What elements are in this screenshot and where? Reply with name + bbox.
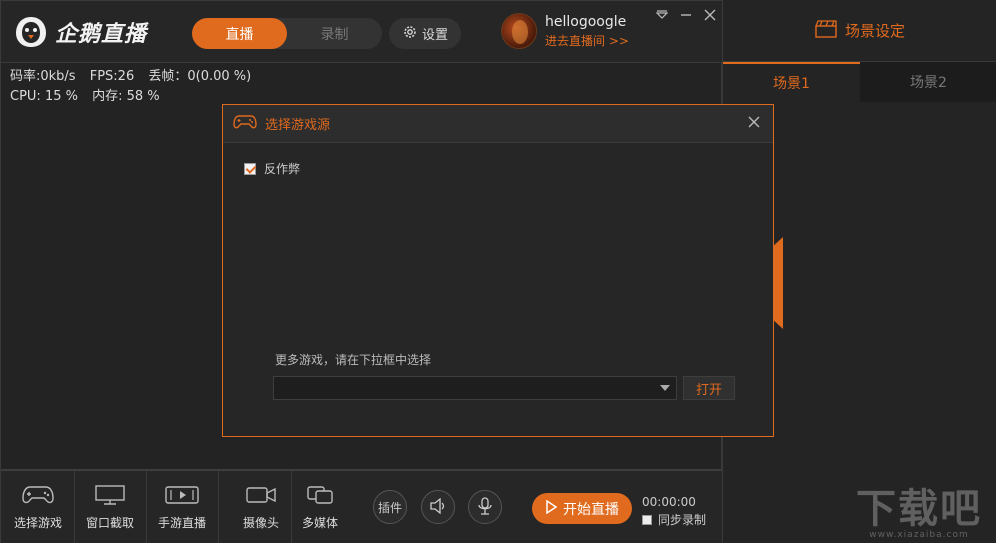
camera-label: 摄像头 xyxy=(242,515,279,530)
penguin-logo-icon xyxy=(13,15,49,49)
play-icon xyxy=(545,499,558,518)
sync-record-label: 同步录制 xyxy=(658,513,707,527)
mode-switch: 直播 录制 xyxy=(192,18,382,49)
go-live-room-link[interactable]: 进去直播间 >> xyxy=(545,32,629,49)
close-icon[interactable] xyxy=(701,7,719,23)
username: hellogoogle xyxy=(545,13,627,30)
app-logo: 企鹅直播 xyxy=(13,15,147,49)
top-bar: 企鹅直播 直播 录制 设置 hellogoogle 进去直播间 >> xyxy=(1,1,723,63)
avatar[interactable] xyxy=(501,13,537,49)
microphone-button[interactable] xyxy=(468,490,502,524)
speaker-icon xyxy=(429,497,447,517)
scene-title: 场景设定 xyxy=(844,22,905,40)
app-window: 企鹅直播 直播 录制 设置 hellogoogle 进去直播间 >> 码率:0k… xyxy=(0,0,996,543)
chevron-down-icon[interactable] xyxy=(654,377,676,399)
camera-icon xyxy=(245,485,277,508)
microphone-icon xyxy=(478,496,492,518)
start-live-label: 开始直播 xyxy=(563,501,619,518)
mobile-play-icon xyxy=(165,485,199,508)
dialog-close-icon[interactable] xyxy=(743,111,765,133)
tab-scene-2[interactable]: 场景2 xyxy=(860,62,996,102)
media-icon xyxy=(304,485,336,508)
select-game-label: 选择游戏 xyxy=(13,515,62,530)
watermark: 下载吧 www.xiazaiba.com xyxy=(856,476,982,540)
scene-tabs: 场景1 场景2 xyxy=(723,62,996,102)
window-capture-label: 窗口截取 xyxy=(85,515,134,530)
select-game-button[interactable]: 选择游戏 xyxy=(2,471,74,543)
tab-live[interactable]: 直播 xyxy=(192,18,287,49)
dialog-header: 选择游戏源 xyxy=(223,105,773,143)
open-button[interactable]: 打开 xyxy=(683,376,735,400)
watermark-url: www.xiazaiba.com xyxy=(869,530,969,540)
stream-stats: 码率:0kb/s FPS:26 丢帧：0(0.00 %) CPU: 15 % 内… xyxy=(10,67,261,107)
logo-text: 企鹅直播 xyxy=(55,22,148,47)
minimize-icon[interactable] xyxy=(677,7,695,23)
mobile-live-button[interactable]: 手游直播 xyxy=(146,471,218,543)
start-live-button[interactable]: 开始直播 xyxy=(532,493,632,524)
plugin-button[interactable]: 插件 xyxy=(373,490,407,524)
cpu-stat: CPU: 15 % xyxy=(10,89,78,104)
memory-stat: 内存: 58 % xyxy=(92,89,160,104)
sync-record-box[interactable] xyxy=(642,514,652,525)
game-select-dropdown[interactable] xyxy=(273,376,677,400)
anticheat-label: 反作弊 xyxy=(264,162,301,176)
menu-icon[interactable] xyxy=(653,7,671,23)
multimedia-label: 多媒体 xyxy=(301,515,338,530)
multimedia-button[interactable]: 多媒体 xyxy=(284,471,356,543)
window-capture-button[interactable]: 窗口截取 xyxy=(74,471,146,543)
gear-icon xyxy=(402,24,418,44)
watermark-logo: 下载吧 xyxy=(856,486,982,532)
scene-header: 场景设定 xyxy=(723,0,996,62)
bitrate-stat: 码率:0kb/s xyxy=(10,69,76,84)
anticheat-checkbox[interactable]: 反作弊 xyxy=(244,160,300,177)
mobile-live-label: 手游直播 xyxy=(157,515,206,530)
live-timer: 00:00:00 xyxy=(642,495,696,509)
gamepad-icon xyxy=(22,485,54,508)
more-games-label: 更多游戏，请在下拉框中选择 xyxy=(275,353,432,367)
checkbox-checked-icon[interactable] xyxy=(244,162,256,175)
tab-scene-1[interactable]: 场景1 xyxy=(723,62,860,102)
window-controls xyxy=(653,7,719,23)
sync-record-checkbox[interactable]: 同步录制 xyxy=(642,511,706,528)
divider xyxy=(218,471,219,543)
clapperboard-icon xyxy=(815,19,837,42)
speaker-button[interactable] xyxy=(421,490,455,524)
gamepad-icon xyxy=(233,114,257,133)
bottom-toolbar: 选择游戏 窗口截取 手游直播 摄像头 多媒体 插件 开始直播 00:00:00 … xyxy=(1,469,723,543)
panel-collapse-handle[interactable] xyxy=(773,237,783,329)
dropped-frames-stat: 丢帧：0(0.00 %) xyxy=(148,69,252,84)
user-profile: hellogoogle 进去直播间 >> xyxy=(501,13,629,49)
settings-button[interactable]: 设置 xyxy=(389,18,461,49)
select-game-source-dialog: 选择游戏源 反作弊 更多游戏，请在下拉框中选择 打开 xyxy=(222,104,774,437)
tab-record[interactable]: 录制 xyxy=(287,18,382,49)
dialog-title: 选择游戏源 xyxy=(265,118,331,133)
monitor-icon xyxy=(94,484,126,508)
fps-stat: FPS:26 xyxy=(89,69,135,84)
settings-label: 设置 xyxy=(421,28,448,43)
